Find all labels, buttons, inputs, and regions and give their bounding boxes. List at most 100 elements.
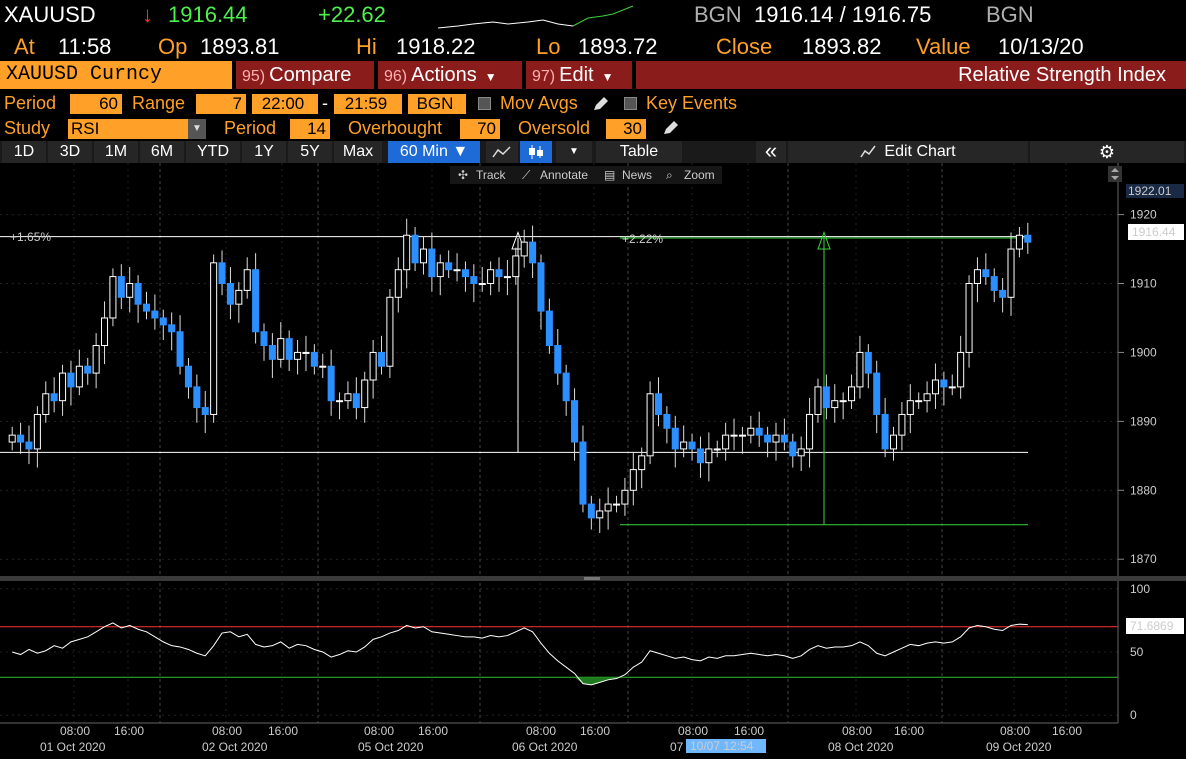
candle-body bbox=[780, 434, 788, 443]
value-label: Value bbox=[916, 34, 971, 59]
collapse-button[interactable]: « bbox=[756, 140, 786, 163]
study-dropdown-icon[interactable]: ▼ bbox=[188, 119, 206, 139]
candle-body bbox=[848, 386, 856, 402]
candle-body bbox=[856, 351, 864, 388]
candle-body bbox=[101, 317, 109, 347]
candle-body bbox=[260, 331, 268, 347]
edit-button[interactable]: 97) Edit ▼ bbox=[526, 61, 632, 89]
candle-body bbox=[864, 351, 872, 374]
oversold-field[interactable]: 30 bbox=[606, 119, 646, 139]
edit-chart-button[interactable]: Edit Chart bbox=[788, 141, 1028, 163]
news-icon: ▤ bbox=[604, 168, 615, 182]
candle-body bbox=[587, 503, 595, 519]
table-button[interactable]: Table bbox=[596, 141, 682, 163]
range-1m-button[interactable]: 1M bbox=[94, 141, 138, 163]
price-panel[interactable] bbox=[0, 218, 1032, 534]
candle-body bbox=[621, 489, 629, 505]
mov-avgs-checkbox[interactable] bbox=[478, 97, 491, 110]
chart-icon bbox=[860, 145, 877, 158]
to-time-field[interactable]: 21:59 bbox=[334, 94, 402, 114]
candle-body bbox=[42, 393, 50, 415]
quote-time: 11:58 bbox=[58, 34, 112, 59]
candle-body bbox=[512, 255, 520, 278]
axis-labels: 1870 1880 1890 1900 1910 1920 0 50 100 08:00 16:00… bbox=[0, 163, 1157, 754]
params-line-2: Study RSI ▼ Period 14 Overbought 70 Over… bbox=[0, 116, 1186, 140]
chart-area[interactable]: 1870 1880 1890 1900 1910 1920 0 50 100 08:00 16:00… bbox=[0, 163, 1186, 759]
mov-avgs-label: Mov Avgs bbox=[500, 93, 578, 113]
range-3d-button[interactable]: 3D bbox=[48, 141, 92, 163]
time-tick-label: 16:00 bbox=[580, 724, 610, 738]
security-field[interactable]: XAUUSD Curncy bbox=[0, 61, 232, 89]
track-tool[interactable]: Track bbox=[476, 168, 507, 182]
candle-body bbox=[394, 269, 402, 298]
candle-body bbox=[453, 269, 461, 272]
key-events-checkbox[interactable] bbox=[624, 97, 637, 110]
range-field[interactable]: 7 bbox=[196, 94, 246, 114]
candle-body bbox=[613, 503, 621, 506]
candle-body bbox=[873, 372, 881, 415]
value-date: 10/13/20 bbox=[998, 34, 1084, 59]
news-tool[interactable]: News bbox=[622, 168, 652, 182]
date-tick-label: 02 Oct 2020 bbox=[202, 740, 268, 754]
settings-button[interactable]: ⚙ bbox=[1030, 141, 1184, 163]
function-bar: XAUUSD Curncy 95) Compare 96) Actions ▼ 97)… bbox=[0, 61, 1186, 90]
ask-source: BGN bbox=[986, 2, 1034, 27]
candle-body bbox=[646, 393, 654, 457]
pencil-icon[interactable] bbox=[662, 120, 680, 136]
annotate-tool[interactable]: Annotate bbox=[540, 168, 588, 182]
actions-button[interactable]: 96) Actions ▼ bbox=[378, 61, 522, 89]
range-1d-button[interactable]: 1D bbox=[2, 141, 46, 163]
candle-body bbox=[772, 434, 780, 443]
candle-body bbox=[411, 234, 419, 264]
candle-body bbox=[839, 400, 847, 403]
candle-body bbox=[982, 269, 990, 278]
scroll-arrows-icon[interactable] bbox=[1108, 166, 1122, 182]
range-6m-button[interactable]: 6M bbox=[140, 141, 184, 163]
study-select[interactable]: RSI bbox=[68, 119, 188, 139]
zoom-tool[interactable]: Zoom bbox=[684, 168, 715, 182]
from-time-field[interactable]: 22:00 bbox=[252, 94, 318, 114]
edit-num: 97) bbox=[532, 68, 556, 85]
candle-body bbox=[17, 434, 25, 443]
period-field[interactable]: 60 bbox=[70, 94, 122, 114]
range-1y-button[interactable]: 1Y bbox=[242, 141, 286, 163]
candle-body bbox=[302, 351, 310, 354]
period-label: Period bbox=[4, 93, 57, 113]
range-max-button[interactable]: Max bbox=[334, 141, 382, 163]
annotate-icon: ⟋ bbox=[522, 168, 531, 182]
candle-body bbox=[680, 441, 688, 450]
candle-chart-icon[interactable] bbox=[520, 141, 552, 163]
chart-type-dropdown-icon[interactable]: ▼ bbox=[556, 141, 592, 163]
candle-body bbox=[352, 393, 360, 409]
candle-body bbox=[671, 427, 679, 450]
line-chart-icon[interactable] bbox=[486, 141, 518, 163]
range-5y-button[interactable]: 5Y bbox=[288, 141, 332, 163]
price-tick-label: 1920 bbox=[1130, 208, 1157, 222]
candle-body bbox=[226, 283, 234, 305]
rsi-last-label: 71.6869 bbox=[1130, 619, 1174, 633]
pct-annotation-2: +2.22% bbox=[622, 232, 663, 246]
candle-body bbox=[344, 393, 352, 402]
candle-body bbox=[604, 503, 612, 512]
compare-label: Compare bbox=[269, 64, 352, 86]
compare-button[interactable]: 95) Compare bbox=[236, 61, 374, 89]
candle-body bbox=[663, 413, 671, 429]
source-field[interactable]: BGN bbox=[408, 94, 466, 114]
rsi-period-field[interactable]: 14 bbox=[290, 119, 330, 139]
candle-body bbox=[142, 303, 151, 312]
rsi-panel[interactable] bbox=[0, 622, 1118, 686]
interval-select[interactable]: 60 Min ▼ bbox=[388, 141, 480, 163]
candle-body bbox=[470, 276, 478, 284]
candle-body bbox=[931, 379, 939, 395]
divider-handle-icon[interactable] bbox=[584, 577, 600, 580]
overbought-field[interactable]: 70 bbox=[460, 119, 500, 139]
range-ytd-button[interactable]: YTD bbox=[186, 141, 240, 163]
pencil-icon[interactable] bbox=[592, 96, 610, 112]
time-tick-label: 16:00 bbox=[734, 724, 764, 738]
candle-body bbox=[168, 324, 176, 333]
candle-body bbox=[688, 441, 696, 450]
candle-body bbox=[638, 455, 646, 471]
candle-body bbox=[75, 365, 83, 388]
candle-body bbox=[428, 248, 436, 278]
last-price: 1916.44 bbox=[168, 2, 248, 27]
